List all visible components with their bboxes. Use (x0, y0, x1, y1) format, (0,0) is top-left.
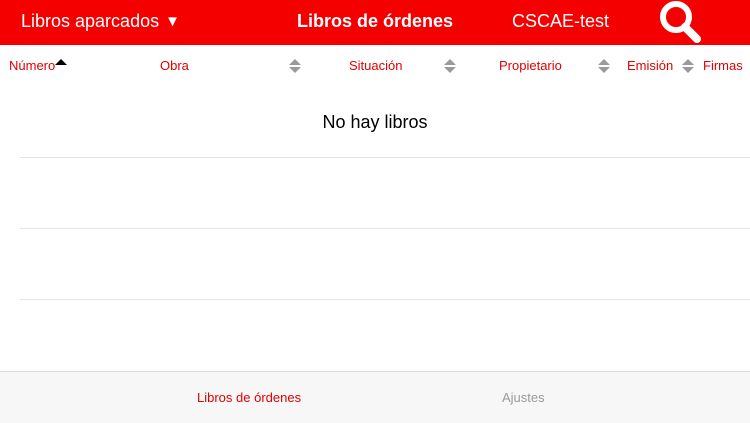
column-header-situacion[interactable]: Situación (349, 58, 402, 73)
column-header-emision[interactable]: Emisión (627, 58, 673, 73)
page-title: Libros de órdenes (296, 11, 454, 31)
folder-selector-button[interactable]: Libros aparcados ▼ (21, 11, 180, 32)
row-separator (20, 299, 750, 300)
row-separator (20, 228, 750, 229)
sort-unsorted-icon[interactable] (444, 58, 456, 74)
empty-list-message: No hay libros (322, 112, 428, 132)
account-label[interactable]: CSCAE-test (512, 11, 609, 32)
dropdown-triangle-icon: ▼ (165, 13, 180, 30)
sort-unsorted-icon[interactable] (289, 58, 301, 74)
search-button[interactable] (654, 0, 704, 45)
bottom-tab-bar: Libros de órdenes Ajustes (0, 371, 750, 423)
folder-label: Libros aparcados (21, 11, 160, 31)
column-header-firmas[interactable]: Firmas (703, 58, 743, 73)
tab-ajustes[interactable]: Ajustes (502, 390, 545, 405)
sort-ascending-icon[interactable] (55, 57, 67, 73)
column-header-row: Número Obra Situación Propietario Emisió… (0, 54, 750, 78)
tab-libros-de-ordenes[interactable]: Libros de órdenes (197, 390, 301, 405)
column-header-obra[interactable]: Obra (160, 58, 189, 73)
sort-unsorted-icon[interactable] (682, 58, 694, 74)
top-navigation-bar: Libros aparcados ▼ Libros de órdenes CSC… (0, 0, 750, 45)
column-header-numero[interactable]: Número (9, 58, 55, 73)
search-icon (660, 1, 701, 43)
sort-unsorted-icon[interactable] (598, 58, 610, 74)
column-header-propietario[interactable]: Propietario (499, 58, 562, 73)
row-separator (20, 157, 750, 158)
